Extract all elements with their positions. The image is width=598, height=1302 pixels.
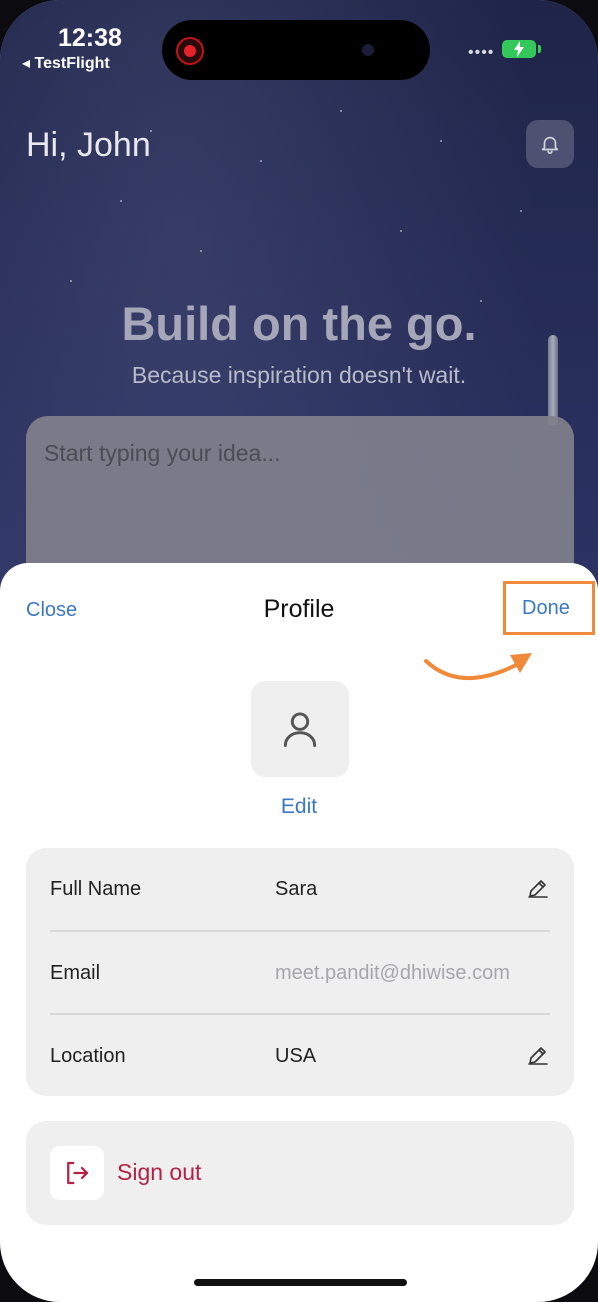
field-label: Email — [50, 962, 101, 984]
pencil-icon[interactable] — [526, 876, 550, 900]
sign-out-icon — [67, 1161, 89, 1185]
pencil-icon[interactable] — [526, 1043, 550, 1067]
battery-cap — [538, 45, 541, 53]
phone-screen: 12:38 ◂ TestFlight •••• Hi, John Build o… — [0, 0, 598, 1302]
idea-input-placeholder: Start typing your idea... — [44, 440, 281, 466]
notifications-button[interactable] — [526, 120, 574, 168]
field-label: Full Name — [50, 878, 142, 900]
back-to-testflight-link[interactable]: ◂ TestFlight — [22, 53, 110, 73]
annotation-arrow-icon — [424, 653, 532, 681]
edit-avatar-button[interactable]: Edit — [0, 795, 598, 819]
sign-out-label: Sign out — [117, 1159, 202, 1185]
field-row-email: Email meet.pandit@dhiwise.com — [26, 932, 574, 1014]
hero-subline: Because inspiration doesn't wait. — [131, 362, 467, 388]
rocket-illustration — [548, 335, 558, 425]
field-row-full-name: Full Name Sara — [26, 848, 574, 930]
sign-out-button[interactable]: Sign out — [26, 1121, 574, 1225]
field-value: meet.pandit@dhiwise.com — [275, 962, 510, 984]
profile-fields-card: Full Name Sara Email meet.pandit@dhiwise… — [26, 848, 574, 1096]
field-value[interactable]: Sara — [275, 878, 317, 901]
bell-icon — [541, 136, 559, 154]
battery-charging-icon — [502, 40, 536, 58]
front-camera — [362, 44, 374, 56]
avatar[interactable] — [251, 681, 349, 777]
screen-recording-icon — [176, 37, 204, 65]
user-icon — [283, 712, 317, 747]
status-time: 12:38 — [58, 24, 122, 52]
home-indicator[interactable] — [194, 1279, 407, 1286]
field-label: Location — [50, 1045, 126, 1067]
hero-headline: Build on the go. — [121, 297, 477, 350]
field-row-location: Location USA — [26, 1015, 574, 1097]
greeting-title: Hi, John — [26, 126, 151, 164]
profile-sheet: Close Profile Done Edit Full Name Sara E… — [0, 563, 598, 1302]
signal-icon: •••• — [468, 44, 495, 61]
field-value[interactable]: USA — [275, 1045, 316, 1068]
sign-out-icon-tile — [50, 1146, 104, 1200]
